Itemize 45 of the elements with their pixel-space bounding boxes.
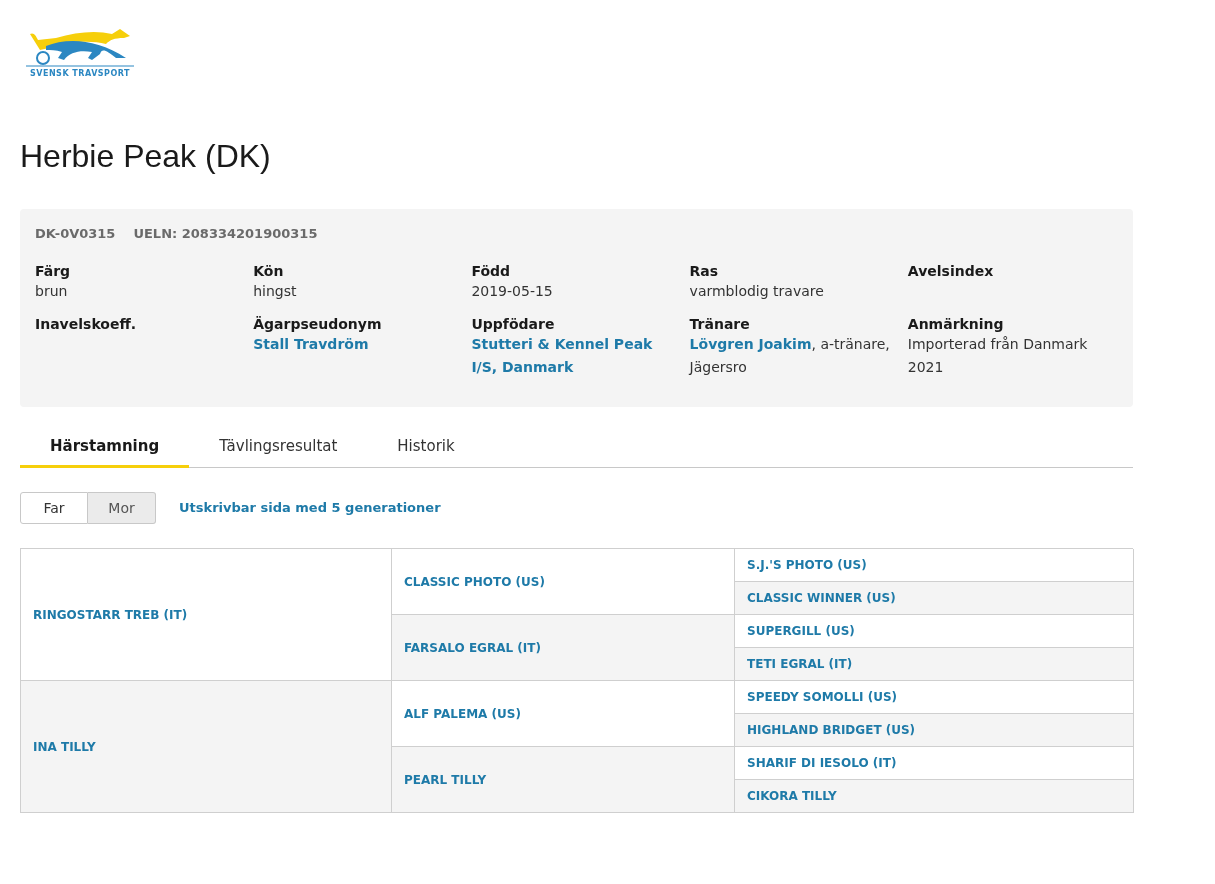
field-value: Importerad från Danmark 2021 xyxy=(907,334,1089,377)
trainer-link[interactable]: Lövgren Joakim xyxy=(689,335,812,352)
tab[interactable]: Härstamning xyxy=(20,434,190,468)
page-title: Herbie Peak (DK) xyxy=(20,137,272,176)
field-label: Anmärkning xyxy=(907,314,1005,333)
logo-text: SVENSK TRAVSPORT xyxy=(30,70,130,80)
horse-link[interactable]: RINGOSTARR TREB (IT) xyxy=(33,605,188,624)
horse-link[interactable]: SHARIF DI IESOLO (IT) xyxy=(747,754,897,772)
horse-link[interactable]: PEARL TILLY xyxy=(404,770,487,789)
horse-link[interactable]: TETI EGRAL (IT) xyxy=(747,655,853,673)
field-label: Tränare xyxy=(689,314,751,333)
tab[interactable]: Tävlingsresultat xyxy=(189,434,368,468)
print-link[interactable]: Utskrivbar sida med 5 generationer xyxy=(179,498,441,518)
horse-link[interactable]: ALF PALEMA (US) xyxy=(404,704,521,723)
horse-link[interactable]: FARSALO EGRAL (IT) xyxy=(404,638,541,657)
field-label: Född xyxy=(471,261,512,280)
horse-link[interactable]: S.J.'S PHOTO (US) xyxy=(747,556,867,574)
field-link[interactable]: Stall Travdröm xyxy=(253,332,464,356)
field-value: brun xyxy=(35,281,69,301)
horse-link[interactable]: SUPERGILL (US) xyxy=(747,622,855,640)
horse-link[interactable]: SPEEDY SOMOLLI (US) xyxy=(747,688,898,706)
field-label: Avelsindex xyxy=(907,261,995,280)
horse-link[interactable]: CLASSIC WINNER (US) xyxy=(747,589,896,607)
field-label: Färg xyxy=(35,261,72,280)
field-value: varmblodig travare xyxy=(689,281,825,301)
field-value: hingst xyxy=(253,281,298,301)
field-label: Uppfödare xyxy=(471,314,556,333)
horse-link[interactable]: CLASSIC PHOTO (US) xyxy=(404,572,545,591)
field-link[interactable]: Stutteri & Kennel Peak I/S, Danmark xyxy=(471,332,682,379)
toggle-button[interactable]: Mor xyxy=(88,492,156,524)
registration-id: DK-0V0315 xyxy=(35,225,116,243)
registration-id: UELN: 208334201900315 xyxy=(133,225,318,243)
field-value: Lövgren Joakim, a-tränare, Jägersro xyxy=(689,334,891,377)
field-value: 2019-05-15 xyxy=(471,281,554,301)
horse-and-driver-icon xyxy=(26,28,134,68)
horse-link[interactable]: CIKORA TILLY xyxy=(747,787,837,805)
horse-link[interactable]: INA TILLY xyxy=(33,737,96,756)
field-label: Inavelskoeff. xyxy=(35,314,138,333)
toggle-button[interactable]: Far xyxy=(20,492,88,524)
field-label: Ras xyxy=(689,261,720,280)
field-label: Kön xyxy=(253,261,285,280)
horse-link[interactable]: HIGHLAND BRIDGET (US) xyxy=(747,721,916,739)
tab[interactable]: Historik xyxy=(367,434,485,468)
field-label: Ägarpseudonym xyxy=(253,314,383,333)
logo[interactable]: SVENSK TRAVSPORT xyxy=(26,28,134,80)
